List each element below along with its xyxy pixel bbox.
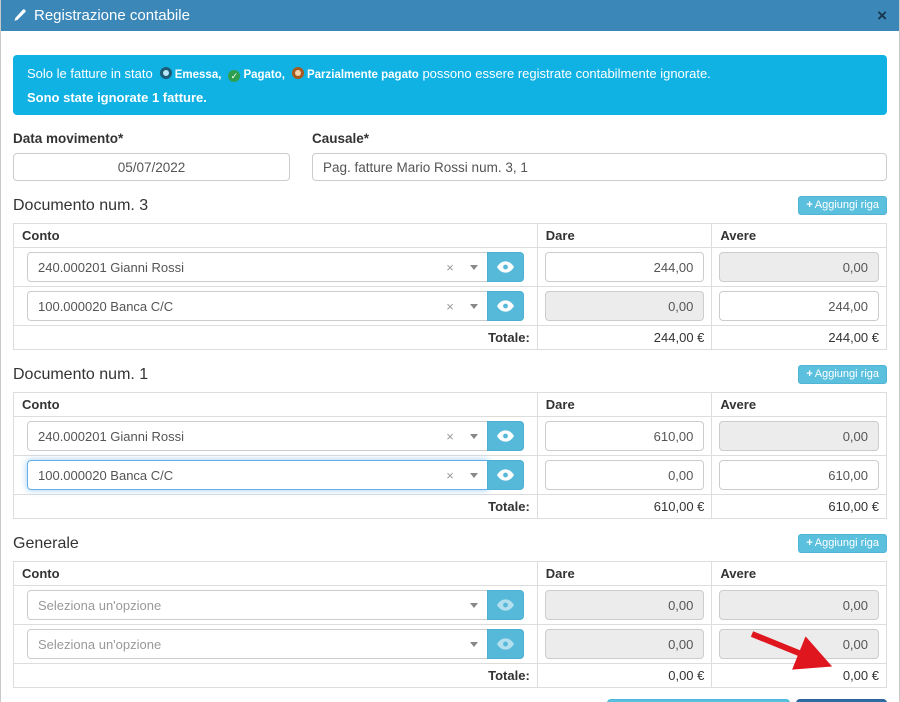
eye-button[interactable] bbox=[487, 291, 524, 321]
documento-3-table: Conto Dare Avere 240.000201 Gianni Rossi… bbox=[13, 223, 887, 350]
eye-button[interactable] bbox=[487, 460, 524, 490]
plus-icon: + bbox=[806, 368, 812, 380]
table-row: 100.000020 Banca C/C × bbox=[14, 287, 887, 326]
eye-button bbox=[487, 629, 524, 659]
clear-icon[interactable]: × bbox=[446, 299, 454, 314]
causale-label: Causale* bbox=[312, 131, 887, 146]
paid-check-icon: ✓ bbox=[228, 70, 240, 82]
avere-header: Avere bbox=[712, 562, 887, 586]
eye-button[interactable] bbox=[487, 252, 524, 282]
alert-line1: Solo le fatture in statoEmessa,✓Pagato,P… bbox=[27, 64, 873, 85]
conto-header: Conto bbox=[14, 393, 538, 417]
totale-label: Totale: bbox=[14, 664, 538, 688]
caret-down-icon[interactable] bbox=[470, 603, 478, 608]
caret-down-icon[interactable] bbox=[470, 434, 478, 439]
add-row-button[interactable]: +Aggiungi riga bbox=[798, 365, 887, 384]
plus-icon: + bbox=[806, 199, 812, 211]
dare-input[interactable] bbox=[545, 252, 705, 282]
avere-input bbox=[719, 421, 879, 451]
clear-icon[interactable]: × bbox=[446, 260, 454, 275]
partial-paid-icon bbox=[292, 67, 304, 79]
dare-input bbox=[545, 629, 705, 659]
add-row-button[interactable]: +Aggiungi riga bbox=[798, 196, 887, 215]
modal-title-text: Registrazione contabile bbox=[34, 7, 190, 24]
avere-input bbox=[719, 590, 879, 620]
emessa-status-icon bbox=[160, 67, 172, 79]
avere-input[interactable] bbox=[719, 291, 879, 321]
totale-label: Totale: bbox=[14, 495, 538, 519]
modal-title: Registrazione contabile bbox=[13, 7, 190, 24]
dare-input[interactable] bbox=[545, 421, 705, 451]
totale-row: Totale: 0,00 € 0,00 € bbox=[14, 664, 887, 688]
plus-icon: + bbox=[806, 537, 812, 549]
causale-input[interactable] bbox=[312, 153, 887, 181]
conto-header: Conto bbox=[14, 562, 538, 586]
clear-icon[interactable]: × bbox=[446, 429, 454, 444]
conto-select[interactable]: 240.000201 Gianni Rossi × bbox=[27, 252, 488, 282]
table-row: Seleziona un'opzione bbox=[14, 586, 887, 625]
totale-dare: 610,00 € bbox=[537, 495, 712, 519]
totale-avere: 244,00 € bbox=[712, 326, 887, 350]
table-row: 240.000201 Gianni Rossi × bbox=[14, 248, 887, 287]
avere-input bbox=[719, 252, 879, 282]
documento-1-table: Conto Dare Avere 240.000201 Gianni Rossi… bbox=[13, 392, 887, 519]
pencil-icon bbox=[13, 9, 26, 22]
section-title-documento-3: Documento num. 3 bbox=[13, 197, 148, 215]
eye-button bbox=[487, 590, 524, 620]
totale-label: Totale: bbox=[14, 326, 538, 350]
caret-down-icon[interactable] bbox=[470, 265, 478, 270]
generale-table: Conto Dare Avere Seleziona un'opzione bbox=[13, 561, 887, 688]
conto-select-empty[interactable]: Seleziona un'opzione bbox=[27, 629, 488, 659]
dare-input bbox=[545, 291, 705, 321]
avere-input[interactable] bbox=[719, 460, 879, 490]
totale-dare: 0,00 € bbox=[537, 664, 712, 688]
table-row: 240.000201 Gianni Rossi × bbox=[14, 417, 887, 456]
dare-header: Dare bbox=[537, 224, 712, 248]
eye-button[interactable] bbox=[487, 421, 524, 451]
data-movimento-field: Data movimento* bbox=[13, 131, 290, 181]
add-row-button[interactable]: +Aggiungi riga bbox=[798, 534, 887, 553]
conto-select[interactable]: 100.000020 Banca C/C × bbox=[27, 291, 488, 321]
dare-input[interactable] bbox=[545, 460, 705, 490]
section-title-generale: Generale bbox=[13, 535, 79, 553]
dare-header: Dare bbox=[537, 562, 712, 586]
avere-input bbox=[719, 629, 879, 659]
caret-down-icon[interactable] bbox=[470, 304, 478, 309]
data-movimento-input[interactable] bbox=[13, 153, 290, 181]
modal-header: Registrazione contabile × bbox=[1, 0, 899, 31]
registrazione-contabile-modal: Registrazione contabile × Solo le fattur… bbox=[0, 0, 900, 702]
clear-icon[interactable]: × bbox=[446, 468, 454, 483]
totale-row: Totale: 610,00 € 610,00 € bbox=[14, 495, 887, 519]
avere-header: Avere bbox=[712, 393, 887, 417]
totale-avere: 0,00 € bbox=[712, 664, 887, 688]
causale-field: Causale* bbox=[312, 131, 887, 181]
avere-header: Avere bbox=[712, 224, 887, 248]
table-row: 100.000020 Banca C/C × bbox=[14, 456, 887, 495]
caret-down-icon[interactable] bbox=[470, 642, 478, 647]
close-icon[interactable]: × bbox=[877, 7, 887, 24]
conto-select-empty[interactable]: Seleziona un'opzione bbox=[27, 590, 488, 620]
conto-header: Conto bbox=[14, 224, 538, 248]
table-row: Seleziona un'opzione bbox=[14, 625, 887, 664]
info-alert: Solo le fatture in statoEmessa,✓Pagato,P… bbox=[13, 55, 887, 115]
totale-avere: 610,00 € bbox=[712, 495, 887, 519]
caret-down-icon[interactable] bbox=[470, 473, 478, 478]
conto-select-focused[interactable]: 100.000020 Banca C/C × bbox=[27, 460, 488, 490]
alert-line2: Sono state ignorate 1 fatture. bbox=[27, 88, 873, 107]
dare-header: Dare bbox=[537, 393, 712, 417]
conto-select[interactable]: 240.000201 Gianni Rossi × bbox=[27, 421, 488, 451]
section-title-documento-1: Documento num. 1 bbox=[13, 366, 148, 384]
totale-dare: 244,00 € bbox=[537, 326, 712, 350]
dare-input bbox=[545, 590, 705, 620]
totale-row: Totale: 244,00 € 244,00 € bbox=[14, 326, 887, 350]
data-movimento-label: Data movimento* bbox=[13, 131, 290, 146]
